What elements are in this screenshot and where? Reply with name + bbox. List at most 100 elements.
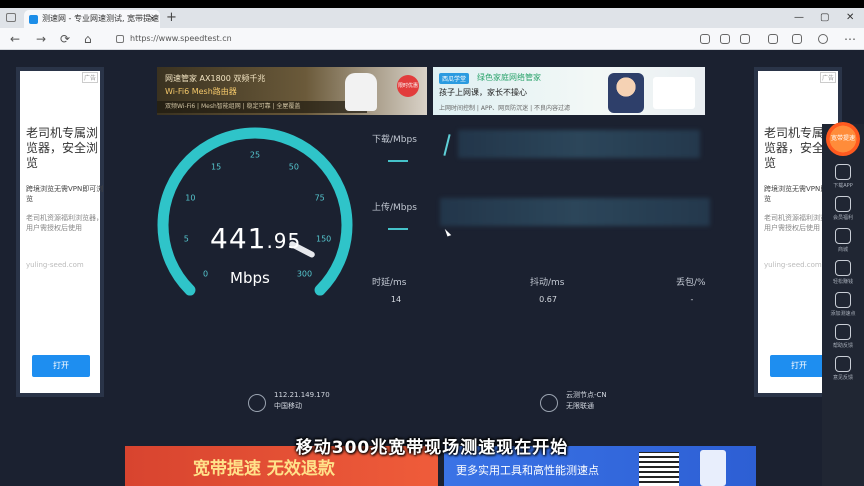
jitter-value: 0.67 (539, 295, 557, 304)
download-dash (388, 160, 408, 162)
banner-title: 网速管家 AX1800 双频千兆 (165, 74, 266, 83)
family-network-banner-ad[interactable]: 西瓜学堂 绿色家庭网络管家 孩子上网课，家长不操心 上网时间控制 | APP、网… (433, 67, 705, 115)
speed-unit: Mbps (230, 269, 270, 287)
new-tab-button[interactable]: + (166, 10, 177, 26)
speed-gauge: 0 5 10 15 25 50 75 150 300 441.95 Mbps (152, 122, 358, 312)
server-isp: 无限联通 (566, 402, 594, 410)
rail-member-benefits[interactable]: 会员福利 (822, 196, 864, 221)
navigation-bar: ← → ⟳ ⌂ https://www.speedtest.cn ⋯ (0, 28, 864, 50)
ad-tag: 广告 (819, 72, 836, 83)
banner-badge: 限时优惠 (397, 75, 419, 97)
banner-tag: 西瓜学堂 (439, 73, 470, 84)
speedtest-favicon-icon (29, 15, 38, 24)
rail-download-app[interactable]: 下载APP (822, 164, 864, 189)
download-label: 下载/Mbps (372, 135, 417, 145)
address-bar[interactable]: https://www.speedtest.cn (112, 31, 692, 47)
rail-mall[interactable]: 商城 (822, 228, 864, 253)
speedup-badge[interactable]: 宽带提速 (826, 122, 860, 156)
feedback-icon (835, 356, 851, 372)
url-text: https://www.speedtest.cn (130, 34, 232, 43)
server-node-icon[interactable] (540, 394, 558, 412)
client-isp: 中国移动 (274, 402, 302, 410)
back-icon[interactable]: ← (10, 31, 20, 47)
bag-icon (835, 260, 851, 276)
ad-subtitle: 跨境浏览无需VPN即可浏览 (26, 185, 104, 203)
banner-strip: 上网时间控制 | APP、网页防沉迷 | 不良内容过滤 (439, 105, 571, 112)
gauge-tick-75: 75 (314, 193, 325, 203)
packet-loss-label: 丢包/% (676, 278, 706, 288)
ad-open-button[interactable]: 打开 (770, 355, 828, 377)
upload-graph (440, 198, 710, 226)
tab-actions-icon[interactable] (6, 13, 16, 22)
tab-close-icon[interactable]: × (148, 10, 156, 28)
maximize-button[interactable]: ▢ (820, 10, 829, 26)
ip-location-icon (248, 394, 266, 412)
router-image (345, 73, 377, 111)
profile-icon[interactable] (818, 34, 828, 44)
gauge-tick-15: 15 (211, 162, 222, 172)
client-info: 112.21.149.170 中国移动 (274, 390, 330, 412)
minimize-button[interactable]: — (794, 10, 804, 26)
bottom-right-text: 更多实用工具和高性能测速点 (456, 464, 599, 477)
client-ip: 112.21.149.170 (274, 391, 330, 399)
router-image (653, 77, 695, 109)
ad-description: 老司机资源福利浏览器，用户需授权后使用 (26, 214, 103, 232)
shop-icon (835, 228, 851, 244)
left-side-ad[interactable]: 广告 老司机专属浏览器，安全浏览 跨境浏览无需VPN即可浏览 老司机资源福利浏览… (16, 67, 104, 397)
jitter-label: 抖动/ms (530, 278, 565, 288)
download-graph-line (443, 134, 451, 156)
home-icon[interactable]: ⌂ (84, 31, 92, 47)
speedtest-page: 广告 老司机专属浏览器，安全浏览 跨境浏览无需VPN即可浏览 老司机资源福利浏览… (0, 50, 864, 486)
ad-tag: 广告 (81, 72, 98, 83)
banner-subtitle: Wi-Fi6 Mesh路由器 (165, 87, 237, 96)
download-graph (458, 130, 700, 158)
rail-add-node[interactable]: 添加测速点 (822, 292, 864, 317)
server-node: 云测节点-CN (566, 391, 607, 399)
tab-bar: 测速网 - 专业网速测试, 宽带提速 × + — ▢ ✕ (0, 8, 864, 28)
tab-title: 测速网 - 专业网速测试, 宽带提速 (42, 14, 160, 23)
android-icon (835, 164, 851, 180)
gauge-tick-150: 150 (316, 234, 332, 244)
rail-feedback[interactable]: 意见反馈 (822, 356, 864, 381)
lock-icon (116, 35, 124, 43)
upload-dash (388, 228, 408, 230)
menu-icon[interactable]: ⋯ (844, 31, 856, 47)
gauge-tick-10: 10 (185, 193, 196, 203)
location-icon[interactable] (700, 34, 710, 44)
packet-loss-value: - (690, 295, 694, 304)
browser-tab[interactable]: 测速网 - 专业网速测试, 宽带提速 × (24, 10, 160, 28)
video-subtitle: 移动300兆宽带现场测速现在开始 (295, 438, 569, 458)
node-icon (835, 292, 851, 308)
banner-subtitle: 孩子上网课，家长不操心 (439, 88, 527, 97)
banner-title: 绿色家庭网络管家 (477, 73, 541, 82)
read-aloud-icon[interactable] (720, 34, 730, 44)
forward-icon[interactable]: → (36, 31, 46, 47)
ad-open-button[interactable]: 打开 (32, 355, 90, 377)
gauge-tick-0: 0 (202, 269, 209, 279)
ad-url: yuling-seed.com (26, 261, 84, 269)
gauge-tick-50: 50 (288, 162, 299, 172)
refresh-icon[interactable]: ⟳ (60, 31, 70, 47)
server-info[interactable]: 云测节点-CN 无限联通 (566, 390, 607, 412)
router-banner-ad[interactable]: 网速管家 AX1800 双频千兆 Wi-Fi6 Mesh路由器 双频Wi-Fi6… (157, 67, 427, 115)
rail-earn[interactable]: 轻松赚钱 (822, 260, 864, 285)
latency-label: 时延/ms (372, 278, 407, 288)
gauge-tick-5: 5 (183, 234, 189, 244)
latency-value: 14 (390, 295, 402, 304)
favorites-icon[interactable] (768, 34, 778, 44)
gauge-tick-300: 300 (296, 269, 313, 279)
close-window-button[interactable]: ✕ (846, 10, 854, 26)
collections-icon[interactable] (792, 34, 802, 44)
extensions-icon[interactable] (740, 34, 750, 44)
gauge-tick-25: 25 (249, 150, 261, 160)
screenshot-frame: 测速网 - 专业网速测试, 宽带提速 × + — ▢ ✕ ← → ⟳ ⌂ htt… (0, 0, 864, 486)
mouse-cursor-icon (444, 227, 452, 237)
crown-icon (835, 196, 851, 212)
upload-label: 上传/Mbps (372, 203, 417, 213)
ad-url: yuling-seed.com (764, 261, 822, 269)
ad-title: 老司机专属浏览器，安全浏览 (26, 126, 99, 170)
tool-rail: 下载APP 会员福利 商城 轻松赚钱 添加测速点 帮助反馈 意见反馈 (822, 124, 864, 486)
kids-image (608, 73, 644, 113)
rail-help[interactable]: 帮助反馈 (822, 324, 864, 349)
banner-strip: 双频Wi-Fi6 | Mesh智能组网 | 稳定可靠 | 全屋覆盖 (157, 101, 367, 113)
